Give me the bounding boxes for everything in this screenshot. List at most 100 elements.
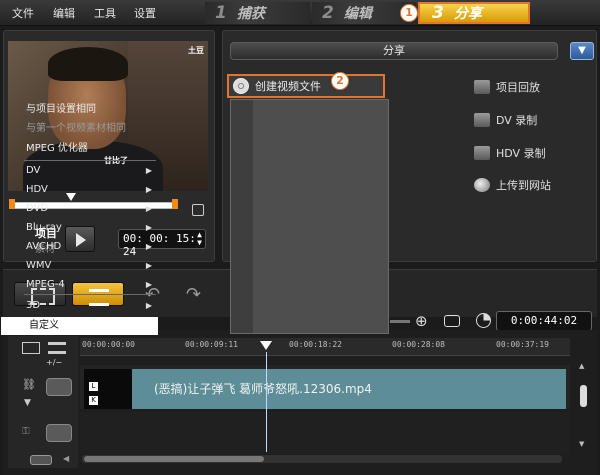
playback-icon — [474, 80, 490, 94]
submenu-arrow-icon: ▶ — [145, 204, 152, 213]
tab-capture[interactable]: 1 捕获 — [205, 2, 310, 24]
ruler-time: 00:00:09:11 — [185, 340, 238, 349]
step-label: 编辑 — [343, 6, 372, 22]
dv-record-label: DV 录制 — [496, 114, 538, 127]
menu-item-bluray[interactable]: Blu-ray ▶ — [26, 219, 156, 237]
horizontal-scroll-thumb[interactable] — [84, 456, 264, 462]
step-number: 3 — [432, 3, 444, 23]
fit-to-window-icon[interactable] — [444, 315, 460, 327]
submenu-arrow-icon: ▶ — [145, 166, 152, 175]
menu-item-same-as-project[interactable]: 与项目设置相同 — [26, 101, 156, 119]
project-playback-button[interactable]: 项目回放 — [474, 79, 540, 95]
video-clip[interactable]: (恶搞)让子弹飞 葛师爷怒吼.12306.mp4 — [132, 369, 566, 409]
video-track-icon[interactable] — [46, 378, 72, 396]
step-label: 分享 — [453, 6, 482, 22]
track-list-icon[interactable] — [48, 342, 66, 354]
hdv-record-label: HDV 录制 — [496, 147, 546, 160]
expand-down-icon[interactable]: ▼ — [24, 398, 31, 408]
menu-file[interactable]: 文件 — [12, 5, 34, 21]
menu-item-3d[interactable]: 3D ▶ — [26, 297, 156, 315]
menu-tools[interactable]: 工具 — [94, 5, 116, 21]
annotation-marker-1: 1 — [400, 4, 418, 22]
create-video-file-button[interactable]: 创建视频文件 — [227, 74, 385, 98]
watermark-text: 土豆 — [188, 46, 204, 55]
globe-icon — [474, 178, 490, 192]
step-label: 捕获 — [236, 6, 265, 22]
zoom-slider[interactable] — [390, 320, 410, 323]
menu-settings[interactable]: 设置 — [134, 5, 156, 21]
project-playback-label: 项目回放 — [496, 81, 540, 94]
create-file-menu — [230, 99, 389, 334]
clip-badge: K — [89, 396, 98, 405]
upload-to-web-label: 上传到网站 — [496, 179, 551, 192]
hdv-record-button[interactable]: HDV 录制 — [474, 145, 546, 161]
submenu-arrow-icon: ▶ — [145, 242, 152, 251]
menu-item-wmv[interactable]: WMV ▶ — [26, 257, 156, 275]
scroll-left-icon[interactable]: ◀ — [63, 454, 69, 463]
spinner-icon[interactable]: ▲ ▼ — [197, 231, 202, 247]
submenu-arrow-icon: ▶ — [145, 261, 152, 270]
overlay-track[interactable] — [80, 412, 570, 454]
zoom-in-icon[interactable]: ⊕ — [415, 312, 428, 330]
menu-item-mpeg4[interactable]: MPEG-4 ▶ — [26, 276, 156, 294]
tab-share[interactable]: 3 分享 — [418, 2, 530, 24]
menu-item-label: 3D — [26, 300, 41, 311]
camcorder-icon — [474, 146, 490, 160]
submenu-arrow-icon: ▶ — [145, 185, 152, 194]
menu-item-label: AVCHD — [26, 241, 62, 252]
menu-item-label: WMV — [26, 260, 52, 271]
menu-item-dvd[interactable]: DVD ▶ — [26, 200, 156, 218]
menu-item-label: DV — [26, 165, 41, 176]
scroll-down-icon[interactable]: ▼ — [579, 440, 584, 448]
link-icon[interactable]: ⛓ — [22, 378, 36, 391]
step-number: 1 — [215, 3, 227, 23]
timeline-playhead-line — [266, 352, 267, 452]
clip-badge: L — [89, 382, 98, 391]
menu-item-avchd[interactable]: AVCHD ▶ — [26, 238, 156, 256]
film-reel-icon — [233, 78, 249, 94]
resize-icon[interactable] — [192, 204, 204, 216]
track-manager-button[interactable]: +/− — [46, 358, 62, 367]
redo-icon[interactable]: ↷ — [186, 284, 201, 305]
add-track-icon[interactable] — [30, 455, 52, 465]
submenu-arrow-icon: ▶ — [145, 280, 152, 289]
share-header: 分享 — [230, 42, 558, 60]
menu-item-custom[interactable]: 自定义 — [1, 317, 158, 335]
menu-item-label: Blu-ray — [26, 222, 62, 233]
clock-icon — [476, 313, 491, 328]
ruler-time: 00:00:37:19 — [496, 340, 549, 349]
overlay-track-icon[interactable] — [46, 424, 72, 442]
menu-item-label: 与第一个视频素材相同 — [26, 123, 126, 134]
menu-divider — [24, 294, 156, 295]
ruler-time: 00:00:28:08 — [392, 340, 445, 349]
menu-item-label: 与项目设置相同 — [26, 104, 96, 115]
menu-item-label: MPEG-4 — [26, 279, 65, 290]
menu-item-label: DVD — [26, 203, 49, 214]
create-video-file-label: 创建视频文件 — [255, 80, 321, 93]
clip-thumbnail[interactable]: L K — [84, 369, 132, 409]
scroll-up-icon[interactable]: ▲ — [579, 362, 584, 370]
menu-item-same-as-first-clip: 与第一个视频素材相同 — [26, 120, 156, 138]
upload-to-web-button[interactable]: 上传到网站 — [474, 177, 551, 193]
track-headers — [8, 336, 78, 468]
step-number: 2 — [322, 3, 334, 23]
chevron-down-icon[interactable]: ▼ — [570, 42, 594, 60]
ruler-time: 00:00:00:00 — [82, 340, 135, 349]
vertical-scrollbar[interactable] — [580, 385, 587, 407]
timeline-playhead[interactable] — [260, 341, 272, 350]
ruler-time: 00:00:18:22 — [289, 340, 342, 349]
dv-record-button[interactable]: DV 录制 — [474, 112, 537, 128]
lock-icon[interactable]: ⚿ — [22, 426, 30, 437]
menu-item-mpeg-optimizer[interactable]: MPEG 优化器 — [26, 140, 156, 158]
trim-end-handle[interactable] — [172, 199, 178, 209]
menu-item-dv[interactable]: DV ▶ — [26, 162, 156, 180]
camcorder-icon — [474, 113, 490, 127]
menu-edit[interactable]: 编辑 — [53, 5, 75, 21]
menu-item-label: MPEG 优化器 — [26, 143, 88, 154]
menu-item-hdv[interactable]: HDV ▶ — [26, 181, 156, 199]
submenu-arrow-icon: ▶ — [145, 223, 152, 232]
film-strip-icon[interactable] — [22, 342, 40, 354]
trim-start-handle[interactable] — [9, 199, 15, 209]
menu-item-label: HDV — [26, 184, 48, 195]
submenu-arrow-icon: ▶ — [145, 301, 152, 310]
